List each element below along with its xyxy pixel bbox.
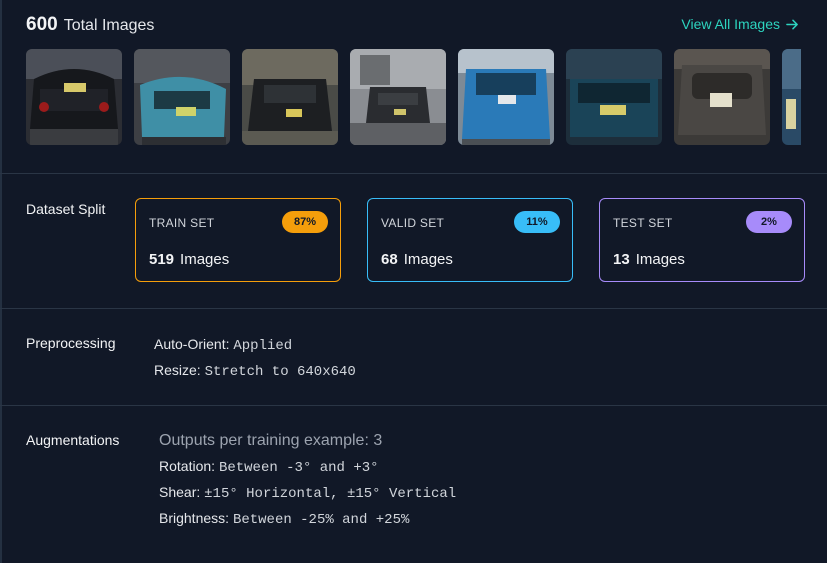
augmentation-key: Shear: <box>159 484 201 500</box>
valid-count-unit: Images <box>403 251 453 268</box>
augmentation-item: Rotation: Between -3° and +3° <box>159 458 379 476</box>
preprocessing-value: Applied <box>233 338 293 354</box>
preprocessing-value: Stretch to 640x640 <box>204 364 356 380</box>
train-count-unit: Images <box>180 251 230 268</box>
thumbnail-image[interactable] <box>26 49 122 145</box>
test-count: 13 Images <box>613 251 685 268</box>
test-set-card[interactable]: TEST SET 2% 13 Images <box>599 198 805 282</box>
augmentation-key: Rotation: <box>159 458 216 474</box>
test-count-unit: Images <box>635 251 685 268</box>
augmentation-value: Between -3° and +3° <box>218 460 379 476</box>
augmentation-item: Brightness: Between -25% and +25% <box>159 510 409 528</box>
train-set-card[interactable]: TRAIN SET 87% 519 Images <box>135 198 341 282</box>
test-count-value: 13 <box>613 251 630 268</box>
valid-count: 68 Images <box>381 251 453 268</box>
section-divider <box>0 308 827 309</box>
thumbnail-image[interactable] <box>134 49 230 145</box>
arrow-right-icon <box>786 19 798 29</box>
thumbnail-image[interactable] <box>350 49 446 145</box>
images-header: 600 Total Images View All Images <box>26 14 799 38</box>
augmentation-value: Between -25% and +25% <box>232 512 410 528</box>
total-images: 600 Total Images <box>26 14 154 36</box>
train-count-value: 519 <box>149 251 175 268</box>
section-divider <box>0 173 827 174</box>
thumbnail-strip <box>26 49 801 145</box>
thumbnail-image[interactable] <box>458 49 554 145</box>
panel-edge <box>0 0 2 563</box>
preprocessing-item: Resize: Stretch to 640x640 <box>154 362 356 380</box>
total-label: Total Images <box>63 17 155 34</box>
valid-set-card[interactable]: VALID SET 11% 68 Images <box>367 198 573 282</box>
preprocessing-title: Preprocessing <box>26 335 116 351</box>
thumbnail-image[interactable] <box>242 49 338 145</box>
dataset-split-title: Dataset Split <box>26 201 106 217</box>
thumbnail-image[interactable] <box>782 49 801 145</box>
train-percent-badge: 87% <box>282 211 328 233</box>
augmentations-title: Augmentations <box>26 432 120 448</box>
test-percent-badge: 2% <box>746 211 792 233</box>
valid-count-value: 68 <box>381 251 398 268</box>
valid-percent-badge: 11% <box>514 211 560 233</box>
total-count: 600 <box>26 14 58 35</box>
test-set-label: TEST SET <box>613 216 673 230</box>
train-count: 519 Images <box>149 251 229 268</box>
view-all-images-link[interactable]: View All Images <box>681 16 799 32</box>
outputs-per-example: Outputs per training example: 3 <box>159 432 383 449</box>
thumbnail-image[interactable] <box>566 49 662 145</box>
thumbnail-image[interactable] <box>674 49 770 145</box>
section-divider <box>0 405 827 406</box>
valid-set-label: VALID SET <box>381 216 445 230</box>
preprocessing-key: Resize: <box>154 362 201 378</box>
preprocessing-item: Auto-Orient: Applied <box>154 336 292 354</box>
augmentation-value: ±15° Horizontal, ±15° Vertical <box>204 486 457 502</box>
augmentation-item: Shear: ±15° Horizontal, ±15° Vertical <box>159 484 456 502</box>
view-all-label: View All Images <box>681 16 780 32</box>
augmentation-key: Brightness: <box>159 510 230 526</box>
preprocessing-key: Auto-Orient: <box>154 336 230 352</box>
train-set-label: TRAIN SET <box>149 216 215 230</box>
